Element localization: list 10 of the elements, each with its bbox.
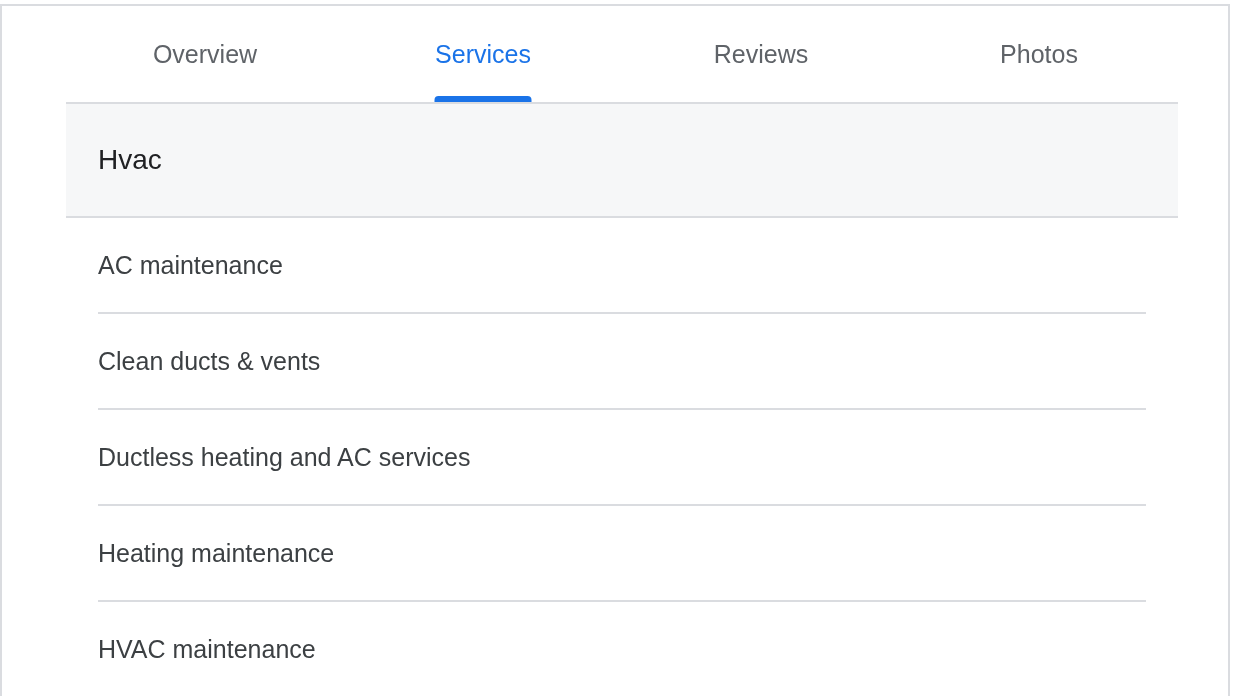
tab[interactable]: Services — [344, 6, 622, 102]
category-title: Hvac — [98, 144, 162, 176]
service-name: AC maintenance — [98, 250, 283, 280]
tab[interactable]: Photos — [900, 6, 1178, 102]
service-name: HVAC maintenance — [98, 634, 316, 664]
service-name: Heating maintenance — [98, 538, 335, 568]
tab[interactable]: Overview — [66, 6, 344, 102]
service-name: Ductless heating and AC services — [98, 442, 471, 472]
service-name: Clean ducts & vents — [98, 346, 321, 376]
tab[interactable]: Reviews — [622, 6, 900, 102]
